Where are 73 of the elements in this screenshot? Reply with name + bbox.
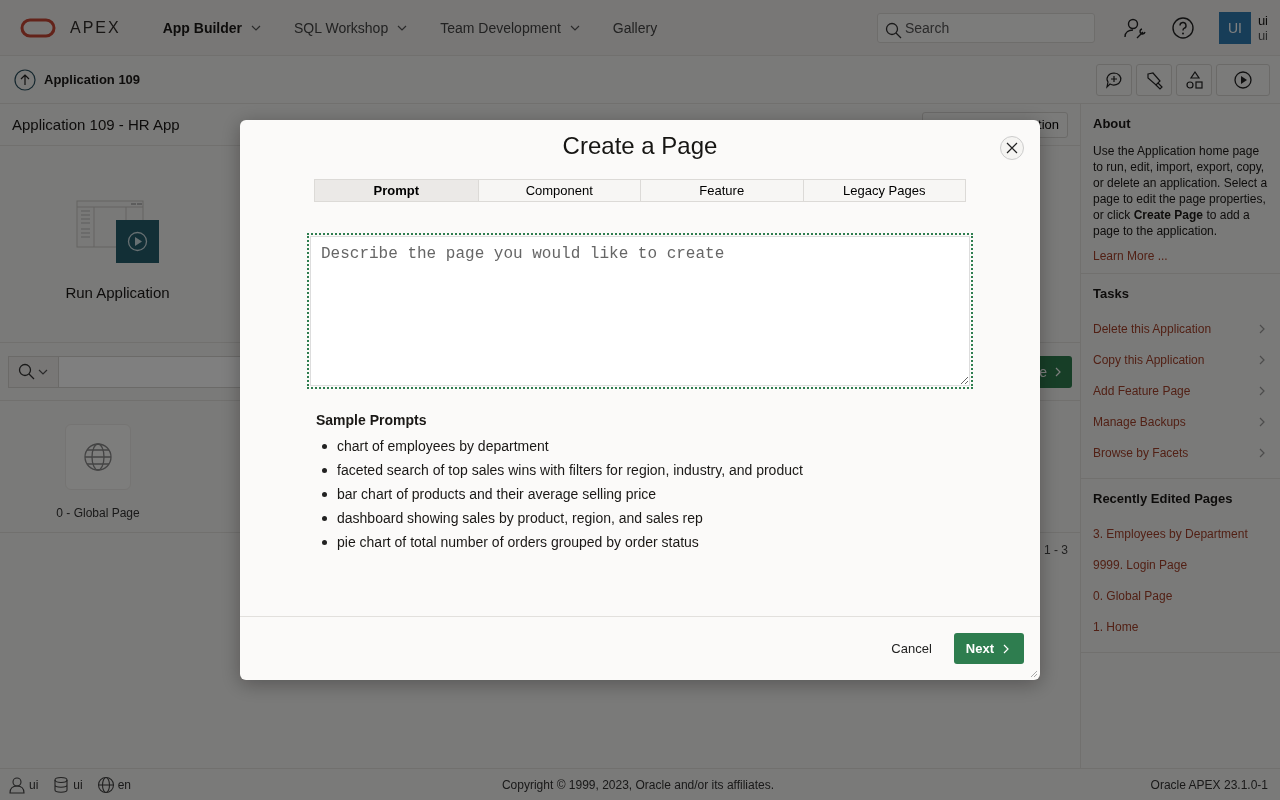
oracle-logo-icon [20,17,56,38]
nav-menu[interactable]: SQL Workshop [278,7,425,48]
flashlight-icon [1144,69,1164,90]
close-button[interactable] [1000,136,1024,160]
cancel-button[interactable]: Cancel [879,633,944,664]
bullet-icon [322,539,327,545]
learn-more-link[interactable]: Learn More ... [1093,249,1168,263]
workspace-name: ui [1257,27,1268,43]
copyright-text: Copyright © 1999, 2023, Oracle and/or its affiliates. [500,777,776,792]
bullet-icon [322,467,327,473]
prompt-field[interactable]: Describe the page you would like to create [310,236,970,386]
task-link[interactable]: Delete this Application [1093,313,1268,344]
recent-page-link[interactable]: 3. Employees by Department [1093,518,1268,549]
user-icon [8,775,26,794]
close-icon [1006,142,1018,154]
bullet-icon [322,443,327,449]
pagination-text: 1 - 3 [1043,542,1069,559]
task-link[interactable]: Browse by Facets [1093,437,1268,468]
inspect-button[interactable] [1136,63,1172,96]
recent-page-link[interactable]: 9999. Login Page [1093,549,1268,580]
section-heading: About [1093,116,1132,131]
version-text: Oracle APEX 23.1.0-1 [1149,777,1268,792]
sample-prompt: bar chart of products and their average selling price [337,486,657,502]
bullet-icon [322,515,327,521]
nav-menu[interactable]: App Builder [146,7,279,48]
resize-handle-icon [1030,670,1038,678]
search-icon [18,363,35,380]
breadcrumb-link[interactable]: Application 109 [44,72,141,87]
user-name: ui [29,777,39,792]
section-heading: Recently Edited Pages [1093,491,1234,506]
tab[interactable]: Legacy Pages [802,180,965,201]
play-icon [1233,69,1253,90]
globe-icon [83,442,113,472]
nav-menu[interactable]: Gallery [596,7,674,48]
shared-components-button[interactable] [1176,63,1212,96]
sample-prompt: dashboard showing sales by product, region, and sales rep [337,510,703,526]
dialog-title: Create a Page [562,132,718,160]
task-link[interactable]: Manage Backups [1093,406,1268,437]
task-link[interactable]: Add Feature Page [1093,375,1268,406]
shapes-icon [1184,69,1204,90]
recent-page-link[interactable]: 0. Global Page [1093,580,1268,611]
user-avatar[interactable]: UI [1218,11,1251,44]
card-label[interactable]: Run Application [65,284,170,301]
sample-prompt: chart of employees by department [337,438,549,454]
recent-page-link[interactable]: 1. Home [1093,611,1268,642]
task-link[interactable]: Copy this Application [1093,344,1268,375]
search-field[interactable]: Search [876,12,1095,43]
sample-prompt: pie chart of total number of orders grouped by order status [337,534,699,550]
database-icon [52,775,71,794]
comment-plus-icon [1104,69,1124,90]
globe-icon [96,775,115,794]
search-icon [884,21,902,39]
page-label[interactable]: 0 - Global Page [56,506,140,520]
page-title: Application 109 - HR App [12,116,181,133]
help-icon [1170,15,1195,40]
run-button[interactable] [1216,63,1270,96]
language-name: en [117,777,132,792]
page-tile[interactable] [65,424,131,490]
tab[interactable]: Prompt [315,180,478,201]
sample-prompt: faceted search of top sales wins with filters for region, industry, and product [337,462,803,478]
product-name: APEX [70,18,121,37]
section-heading: Sample Prompts [316,412,428,428]
tab[interactable]: Component [477,180,640,201]
search-menu-button[interactable] [8,355,58,388]
about-text: Use the Application home page to run, edit, import, export, copy, or delete an application. Select a page to edit the page properties, or click Create Page to add a page to the application. [1093,143,1268,239]
nav-menu[interactable]: Team Development [424,7,597,48]
schema-name: ui [73,777,83,792]
section-heading: Tasks [1093,286,1130,301]
bullet-icon [322,491,327,497]
user-name: ui [1257,12,1268,28]
next-button[interactable]: Next [953,633,1024,664]
tab[interactable]: Feature [640,180,803,201]
comment-button[interactable] [1096,63,1132,96]
